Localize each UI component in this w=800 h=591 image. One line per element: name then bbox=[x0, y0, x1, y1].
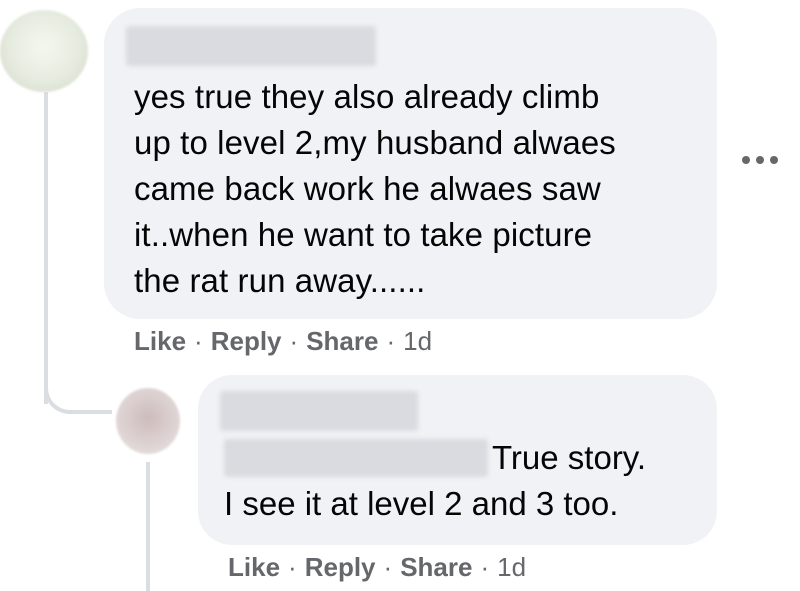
separator: · bbox=[383, 552, 393, 582]
dot bbox=[770, 156, 778, 164]
like-button[interactable]: Like bbox=[228, 552, 280, 582]
more-horizontal-icon[interactable] bbox=[742, 150, 778, 170]
timestamp[interactable]: 1d bbox=[403, 326, 432, 356]
reply-button[interactable]: Reply bbox=[305, 552, 376, 582]
reply-text-line1: True story. bbox=[492, 439, 647, 476]
comment-actions: Like · Reply · Share · 1d bbox=[134, 326, 432, 357]
thread-line-curve bbox=[44, 380, 112, 414]
comment-text: yes true they also already climb up to l… bbox=[134, 74, 616, 304]
reply-bubble: True story. I see it at level 2 and 3 to… bbox=[198, 375, 717, 545]
dot bbox=[742, 156, 750, 164]
comment-line: it..when he want to take picture bbox=[134, 216, 593, 253]
separator: · bbox=[194, 326, 203, 356]
comment-line: yes true they also already climb bbox=[134, 78, 600, 115]
thread-line-vertical bbox=[44, 92, 48, 404]
replier-name-blurred[interactable] bbox=[220, 391, 418, 431]
comment-bubble: yes true they also already climb up to l… bbox=[104, 8, 717, 319]
comment-line: up to level 2,my husband alwaes bbox=[134, 124, 616, 161]
separator: · bbox=[386, 326, 396, 356]
avatar-commenter[interactable] bbox=[0, 10, 88, 92]
reply-text-line2: I see it at level 2 and 3 too. bbox=[224, 485, 619, 522]
separator: · bbox=[480, 552, 490, 582]
share-button[interactable]: Share bbox=[400, 552, 472, 582]
commenter-name-blurred[interactable] bbox=[126, 26, 376, 66]
mentioned-user-blurred[interactable] bbox=[224, 439, 488, 477]
separator: · bbox=[288, 552, 297, 582]
comment-line: the rat run away...... bbox=[134, 262, 426, 299]
separator: · bbox=[289, 326, 299, 356]
avatar-replier[interactable] bbox=[116, 388, 180, 454]
timestamp[interactable]: 1d bbox=[497, 552, 526, 582]
reply-actions: Like · Reply · Share · 1d bbox=[228, 552, 526, 583]
comment-line: came back work he alwaes saw bbox=[134, 170, 601, 207]
thread-line-reply bbox=[146, 462, 150, 591]
reply-button[interactable]: Reply bbox=[211, 326, 282, 356]
like-button[interactable]: Like bbox=[134, 326, 186, 356]
share-button[interactable]: Share bbox=[306, 326, 378, 356]
dot bbox=[756, 156, 764, 164]
